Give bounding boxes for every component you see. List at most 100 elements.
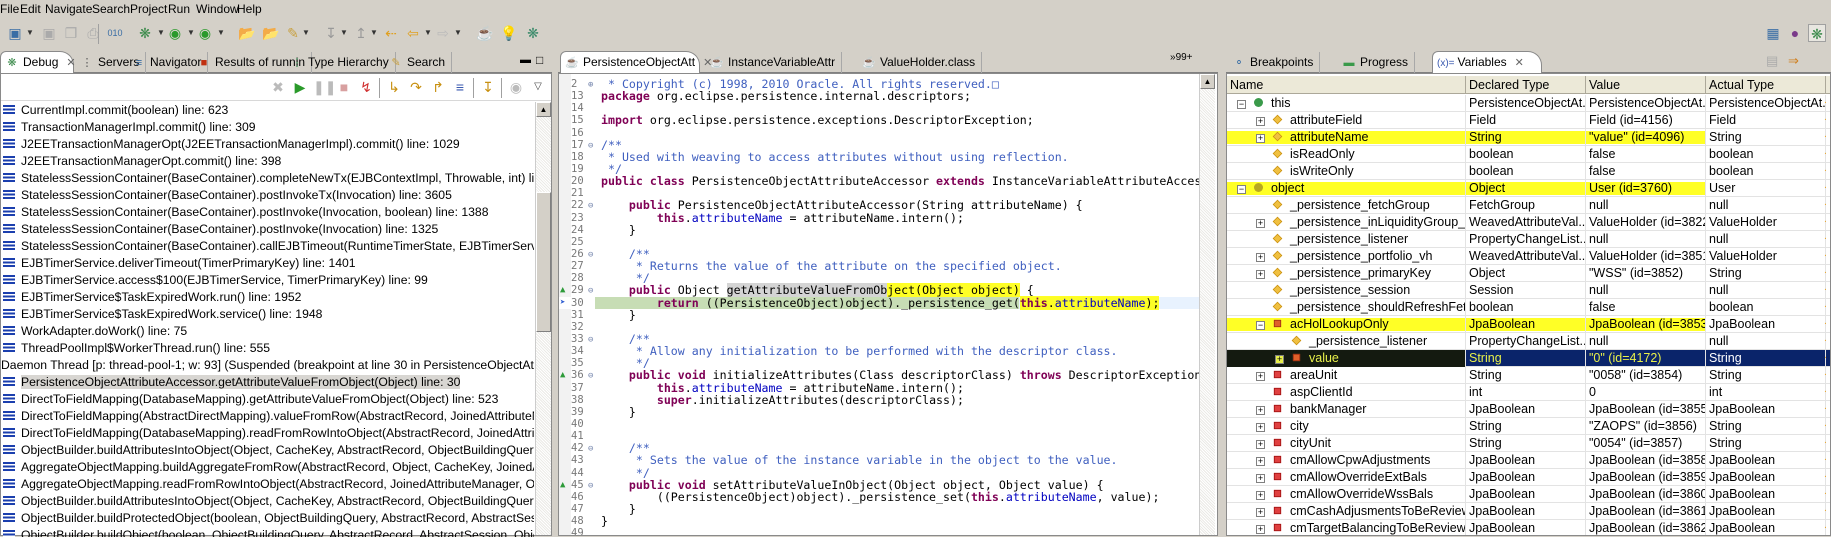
step-filters-icon[interactable]: ↧ [479, 78, 497, 96]
expand-icon[interactable]: + [1256, 219, 1265, 228]
next-annotation-icon[interactable]: ↧ [322, 24, 340, 42]
java-perspective-icon[interactable]: ● [1786, 24, 1804, 42]
variable-row[interactable]: isReadOnly boolean false boolean ∙ [1227, 146, 1830, 163]
maximize-icon[interactable]: □ [536, 53, 543, 67]
column-header-declared-type[interactable]: Declared Type [1466, 76, 1586, 94]
expand-icon[interactable]: + [1256, 270, 1265, 279]
column-header-value[interactable]: Value [1586, 76, 1706, 94]
expand-icon[interactable]: + [1256, 457, 1265, 466]
expand-icon[interactable]: + [1256, 525, 1265, 534]
close-icon[interactable]: ✕ [66, 57, 75, 69]
variable-row[interactable]: + attributeField Field Field (id=4156) Field… [1227, 112, 1830, 129]
stack-frame[interactable]: EJBTimerService.access$100(EJBTimerServi… [1, 272, 534, 289]
view-menu-icon[interactable]: ▽ [529, 78, 547, 96]
collapse-icon[interactable]: − [1237, 100, 1246, 109]
stack-frame[interactable]: StatelessSessionContainer(BaseContainer)… [1, 187, 534, 204]
more-editors-button[interactable]: »99+ [1170, 52, 1193, 63]
stack-frame[interactable]: AggregateObjectMapping.readFromRowIntoOb… [1, 476, 534, 493]
override-marker-icon[interactable]: ▲ [560, 479, 565, 491]
tab-search[interactable]: ✎ Search [385, 52, 453, 73]
lightbulb-icon[interactable]: 💡 [500, 24, 518, 42]
variable-row[interactable]: + cmCashAdjusmentsToBeReviewed JpaBoolean J… [1227, 503, 1830, 520]
expand-icon[interactable]: + [1256, 406, 1265, 415]
variable-row[interactable]: − object Object User (id=3760) User ∙ [1227, 180, 1830, 197]
step-into-icon[interactable]: ↳ [385, 78, 403, 96]
binary-icon[interactable]: 010 [106, 24, 124, 42]
terminate-icon[interactable]: ■ [335, 78, 353, 96]
debug-icon[interactable]: ❋ [136, 24, 154, 42]
menu-file[interactable]: File [0, 2, 19, 16]
save-icon[interactable]: ▣ [40, 24, 58, 42]
drop-to-frame-icon[interactable]: ≡ [451, 78, 469, 96]
stack-frame[interactable]: EJBTimerService$TaskExpiredWork.run() li… [1, 289, 534, 306]
stack-frame[interactable]: EJBTimerService.deliverTimeout(TimerPrim… [1, 255, 534, 272]
menu-search[interactable]: Search [92, 2, 130, 16]
menu-run[interactable]: Run [168, 2, 190, 16]
variable-row[interactable]: + cmAllowOverrideWssBals JpaBoolean JpaBool… [1227, 486, 1830, 503]
expand-icon[interactable]: + [1256, 253, 1265, 262]
stack-frame[interactable]: ObjectBuilder.buildAttributesIntoObject(… [1, 442, 534, 459]
menu-project[interactable]: Project [130, 2, 167, 16]
variable-row[interactable]: + _persistence_primaryKey Object "WSS" (id=… [1227, 265, 1830, 282]
stack-frame[interactable]: DirectToFieldMapping(DatabaseMapping).re… [1, 425, 534, 442]
stack-frame[interactable]: EJBTimerService$TaskExpiredWork.service(… [1, 306, 534, 323]
show-logical-structure-icon[interactable]: ⇒ [1788, 53, 1799, 69]
variable-row[interactable]: + attributeName String "value" (id=4096) Str… [1227, 129, 1830, 146]
scroll-up-icon[interactable]: ▲ [536, 102, 551, 117]
tab-variables[interactable]: (x)= Variables ✕ [1432, 51, 1542, 74]
variable-row[interactable]: _persistence_listener PropertyChangeList.… [1227, 333, 1830, 350]
menu-window[interactable]: Window [196, 2, 239, 16]
variable-row[interactable]: + areaUnit String "0058" (id=3854) String ∙ [1227, 367, 1830, 384]
prev-annotation-icon[interactable]: ↥ [352, 24, 370, 42]
expand-icon[interactable]: + [1256, 440, 1265, 449]
editor-tab[interactable]: ☕ InstanceVariableAttr [706, 52, 843, 73]
collapse-icon[interactable]: − [1256, 321, 1265, 330]
debug-options-icon[interactable]: ◉ [507, 78, 525, 96]
variable-row[interactable]: + _persistence_portfolio_vh WeavedAttribut… [1227, 248, 1830, 265]
stack-frame[interactable]: ThreadPoolImpl$WorkerThread.run() line: … [1, 340, 534, 357]
expand-icon[interactable]: + [1256, 491, 1265, 500]
stack-frame[interactable]: StatelessSessionContainer(BaseContainer)… [1, 238, 534, 255]
stack-frame[interactable]: AggregateObjectMapping.buildAggregateFro… [1, 459, 534, 476]
tab-breakpoints[interactable]: ⚬ Breakpoints [1228, 52, 1321, 73]
open-perspective-icon[interactable]: ▦ [1764, 24, 1782, 42]
editor-tab[interactable]: ☕ ValueHolder.class [858, 52, 983, 73]
override-marker-icon[interactable]: ▲ [560, 284, 565, 296]
open-type-icon[interactable]: 📂 [262, 24, 280, 42]
menu-help[interactable]: Help [237, 2, 262, 16]
tab-progress[interactable]: ▬ Progress [1338, 52, 1416, 73]
last-edit-icon[interactable]: ⇠ [382, 24, 400, 42]
variable-row[interactable]: _persistence_shouldRefreshFetchGr boolean… [1227, 299, 1830, 316]
stack-frame[interactable]: StatelessSessionContainer(BaseContainer)… [1, 204, 534, 221]
minimize-icon[interactable]: ▬ [520, 54, 531, 66]
back-icon[interactable]: ⇦ [404, 24, 422, 42]
expand-icon[interactable]: + [1256, 508, 1265, 517]
variable-row[interactable]: + value String "0" (id=4172) String ∙ [1227, 350, 1830, 367]
collapse-all-icon[interactable]: ▤ [1766, 53, 1778, 69]
open-project-icon[interactable]: 📂 [238, 24, 256, 42]
thread-item[interactable]: Daemon Thread [p: thread-pool-1; w: 93] … [1, 357, 534, 374]
variable-row[interactable]: isWriteOnly boolean false boolean ∙ [1227, 163, 1830, 180]
stack-frame[interactable]: WorkAdapter.doWork() line: 75 [1, 323, 534, 340]
scroll-thumb[interactable] [536, 192, 551, 332]
search-tool-icon[interactable]: ✎ [284, 24, 302, 42]
column-header-actual-type[interactable]: Actual Type [1706, 76, 1826, 94]
step-return-icon[interactable]: ↱ [429, 78, 447, 96]
expand-icon[interactable]: + [1256, 423, 1265, 432]
print-icon[interactable]: ⎙ [84, 24, 102, 42]
resume-icon[interactable]: ▶ [291, 78, 309, 96]
stack-frame[interactable]: DirectToFieldMapping(AbstractDirectMappi… [1, 408, 534, 425]
scroll-up-icon[interactable]: ▲ [1200, 74, 1215, 89]
suspend-icon[interactable]: ❚❚ [313, 78, 336, 96]
variable-row[interactable]: + cityUnit String "0054" (id=3857) String ∙ [1227, 435, 1830, 452]
breakpoint-icon[interactable]: ➤ [560, 297, 565, 309]
java-cup-icon[interactable]: ☕ [476, 24, 494, 42]
debug-perspective-icon[interactable]: ❋ [1808, 24, 1826, 42]
save-all-icon[interactable]: ❐ [62, 24, 80, 42]
close-icon[interactable]: ✕ [1515, 57, 1524, 69]
bug-tool-icon[interactable]: ❋ [524, 24, 542, 42]
variable-row[interactable]: − this PersistenceObjectAt... PersistenceOb… [1227, 95, 1830, 112]
tab-type-hierarchy[interactable]: ⋮ Type Hierarchy [286, 52, 396, 73]
new-icon[interactable]: ▣ [6, 24, 24, 42]
expand-icon[interactable]: + [1256, 474, 1265, 483]
